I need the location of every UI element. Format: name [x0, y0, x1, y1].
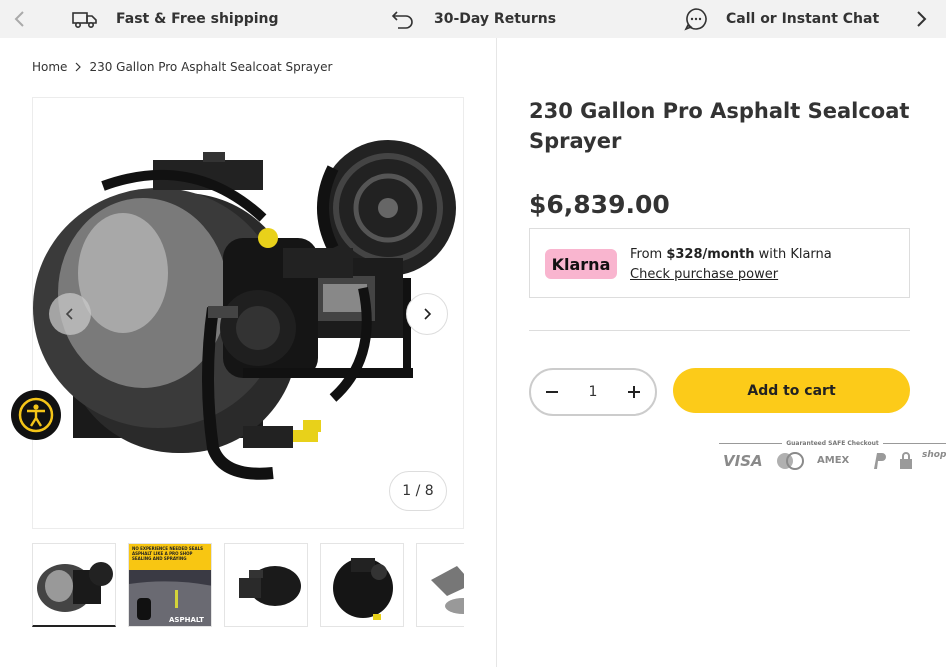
- thumbnail-image: [333, 558, 393, 620]
- thumbnail-image: [431, 566, 464, 614]
- gallery-prev-button[interactable]: [49, 293, 91, 335]
- announcement-chat: Call or Instant Chat: [684, 0, 879, 38]
- announcement-text: Call or Instant Chat: [726, 11, 880, 27]
- breadcrumb: Home 230 Gallon Pro Asphalt Sealcoat Spr…: [32, 60, 332, 74]
- announcement-bar: Fast & Free shipping 30-Day Returns Call…: [0, 0, 946, 38]
- chevron-right-icon[interactable]: [911, 9, 931, 29]
- visa-logo: VISA: [723, 452, 763, 470]
- chevron-left-icon[interactable]: [10, 9, 30, 29]
- chevron-right-icon: [76, 62, 82, 72]
- chevron-right-icon: [424, 308, 432, 320]
- safe-checkout-text: Guaranteed SAFE Checkout: [786, 440, 879, 447]
- product-title: 230 Gallon Pro Asphalt Sealcoat Sprayer: [529, 99, 910, 153]
- announcement-text: 30-Day Returns: [434, 11, 557, 27]
- thumbnail-image: [37, 562, 113, 612]
- thumbnail-3[interactable]: [224, 543, 308, 627]
- amex-logo: AMEX: [817, 455, 850, 466]
- breadcrumb-current: 230 Gallon Pro Asphalt Sealcoat Sprayer: [89, 60, 333, 74]
- klarna-check-link[interactable]: Check purchase power: [630, 267, 778, 282]
- announcement-returns: 30-Day Returns: [390, 0, 556, 38]
- minus-icon: [546, 391, 558, 393]
- gallery-counter: 1 / 8: [389, 471, 447, 511]
- column-divider: [496, 38, 497, 667]
- safe-checkout-label: Guaranteed SAFE Checkout: [719, 440, 946, 447]
- paypal-icon: [874, 453, 886, 469]
- safe-checkout-badge: Guaranteed SAFE Checkout VISA AMEX shop: [719, 440, 946, 472]
- thumbnail-2[interactable]: NO EXPERIENCE NEEDED SEALS ASPHALT LIKE …: [128, 543, 212, 627]
- thumbnail-brand: ASPHALT: [169, 616, 204, 624]
- announcement-shipping: Fast & Free shipping: [72, 0, 279, 38]
- quantity-input[interactable]: 1: [573, 384, 613, 400]
- lock-icon: [900, 452, 912, 469]
- truck-icon: [72, 12, 97, 29]
- gallery-next-button[interactable]: [406, 293, 448, 335]
- plus-icon: [628, 386, 640, 398]
- product-price: $6,839.00: [529, 190, 670, 219]
- klarna-promo: Klarna From $328/month with Klarna Check…: [529, 228, 910, 298]
- accessibility-icon: [18, 397, 54, 433]
- klarna-logo: Klarna: [545, 249, 617, 279]
- klarna-from: From: [630, 247, 667, 262]
- quantity-stepper: 1: [529, 368, 657, 416]
- breadcrumb-home[interactable]: Home: [32, 60, 67, 74]
- product-gallery[interactable]: 1 / 8: [32, 97, 464, 529]
- klarna-message: From $328/month with Klarna Check purcha…: [630, 245, 832, 285]
- klarna-suffix: with Klarna: [754, 247, 832, 262]
- chat-icon: [684, 8, 707, 31]
- mastercard-icon: [777, 452, 804, 470]
- thumbnail-1[interactable]: [32, 543, 116, 627]
- accessibility-button[interactable]: [11, 390, 61, 440]
- quantity-decrease-button[interactable]: [541, 381, 563, 403]
- klarna-amount: $328/month: [666, 247, 755, 262]
- shop-pay-logo: shop: [922, 450, 946, 460]
- thumbnail-strip: NO EXPERIENCE NEEDED SEALS ASPHALT LIKE …: [32, 543, 464, 627]
- announcement-text: Fast & Free shipping: [116, 11, 279, 27]
- thumbnail-4[interactable]: [320, 543, 404, 627]
- thumbnail-5[interactable]: [416, 543, 464, 627]
- product-image: [33, 140, 456, 480]
- quantity-increase-button[interactable]: [623, 381, 645, 403]
- return-arrow-icon: [391, 11, 413, 29]
- chevron-left-icon: [65, 308, 73, 320]
- add-to-cart-button[interactable]: Add to cart: [673, 368, 910, 413]
- thumbnail-headline: NO EXPERIENCE NEEDED SEALS ASPHALT LIKE …: [132, 546, 204, 561]
- thumbnail-image: [239, 566, 301, 606]
- divider: [529, 330, 910, 331]
